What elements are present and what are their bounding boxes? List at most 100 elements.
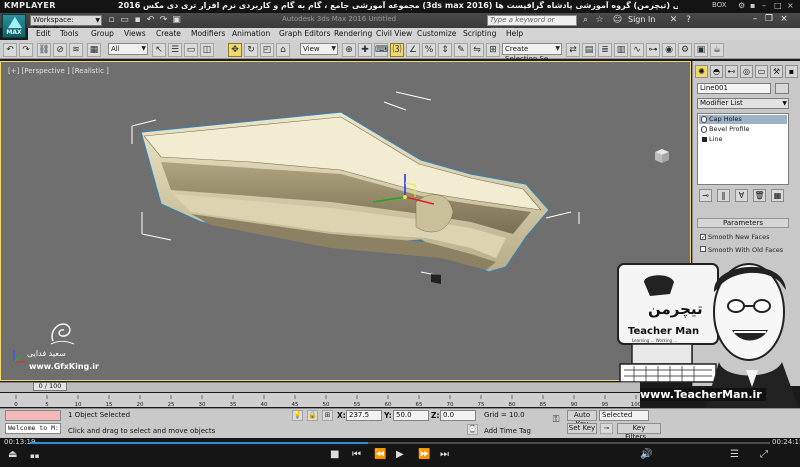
time-slider-thumb[interactable]: 0 / 100 <box>33 382 67 391</box>
select-by-name-icon[interactable]: ☰ <box>168 43 182 57</box>
y-coordinate-field[interactable]: 50.0 <box>393 410 429 421</box>
menu-views[interactable]: Views <box>124 29 146 38</box>
spinner-snap-icon[interactable]: ⇕ <box>438 43 452 57</box>
auto-key-button[interactable]: Auto Key <box>567 410 597 428</box>
fullscreen-icon[interactable]: ⤢ <box>760 449 768 460</box>
eject-icon[interactable]: ⏏ <box>8 449 17 460</box>
parameters-rollout-header[interactable]: Parameters <box>697 218 789 228</box>
search-icon[interactable]: ⌕ <box>580 15 591 26</box>
selection-lock-icon[interactable]: 🔒 <box>307 410 318 421</box>
key-mode-icon[interactable]: ⊸ <box>600 423 613 434</box>
display-tab-icon[interactable]: ▭ <box>755 65 768 78</box>
modifier-list-dropdown[interactable]: Modifier List ▼ <box>697 98 789 109</box>
align-tool-icon[interactable]: ▤ <box>582 43 596 57</box>
menu-animation[interactable]: Animation <box>232 29 270 38</box>
set-key-button[interactable]: Set Key <box>567 423 597 434</box>
player-close-icon[interactable]: × <box>787 1 794 10</box>
reference-coordinate-dropdown[interactable]: View ▼ <box>300 43 338 55</box>
material-editor-icon[interactable]: ◉ <box>662 43 676 57</box>
menu-group[interactable]: Group <box>91 29 114 38</box>
light-bulb-icon[interactable] <box>701 116 707 123</box>
perspective-viewport[interactable]: [+] [Perspective ] [Realistic ] سعید فدا… <box>0 61 691 381</box>
edit-named-selection-icon[interactable]: ✎ <box>454 43 468 57</box>
fast-forward-icon[interactable]: ⏩ <box>418 449 430 460</box>
keyboard-shortcut-icon[interactable]: ⌨ <box>374 43 388 57</box>
player-maximize-icon[interactable]: □ <box>774 1 782 10</box>
undo-icon[interactable]: ↶ <box>3 43 17 57</box>
window-crossing-icon[interactable]: ◫ <box>200 43 214 57</box>
select-and-move-icon[interactable]: ✥ <box>228 43 242 57</box>
maxscript-welcome[interactable]: Welcome to M: <box>5 423 61 434</box>
absolute-mode-icon[interactable]: ⊞ <box>322 410 333 421</box>
select-filter-icon[interactable]: ▦ <box>87 43 101 57</box>
menu-edit[interactable]: Edit <box>36 29 51 38</box>
selection-filter-dropdown[interactable]: All ▼ <box>108 43 148 55</box>
select-and-place-icon[interactable]: ⌂ <box>276 43 290 57</box>
align-icon[interactable]: ⊞ <box>486 43 500 57</box>
app-menu-button[interactable]: MAX <box>2 14 26 38</box>
stack-item-line[interactable]: Line <box>699 135 787 144</box>
exchange-icon[interactable]: ✕ <box>668 15 679 26</box>
stack-item-bevel-profile[interactable]: Bevel Profile <box>699 125 787 134</box>
menu-rendering[interactable]: Rendering <box>334 29 372 38</box>
snaps-toggle-icon[interactable]: ⑶ <box>390 43 404 57</box>
rectangular-selection-icon[interactable]: ▭ <box>184 43 198 57</box>
stack-item-cap-holes[interactable]: Cap Holes <box>699 115 787 124</box>
menu-create[interactable]: Create <box>156 29 181 38</box>
menu-customize[interactable]: Customize <box>417 29 456 38</box>
hierarchy-tab-icon[interactable]: ⊷ <box>725 65 738 78</box>
schematic-view-icon[interactable]: ⊶ <box>646 43 660 57</box>
player-box-label[interactable]: BOX <box>712 1 727 9</box>
set-key-icon[interactable]: ⚿ <box>548 414 564 428</box>
layer-explorer-icon[interactable]: ≣ <box>598 43 612 57</box>
open-file-icon[interactable]: ▭ <box>119 15 130 26</box>
motion-tab-icon[interactable]: ◎ <box>740 65 753 78</box>
create-tab-icon[interactable]: ✺ <box>695 65 708 78</box>
previous-icon[interactable]: ⏮ <box>352 449 361 460</box>
window-restore-icon[interactable]: ❐ <box>763 14 775 25</box>
render-setup-icon[interactable]: ⚙ <box>678 43 692 57</box>
link-icon[interactable]: ⛓ <box>37 43 51 57</box>
new-scene-icon[interactable]: ▫ <box>106 15 117 26</box>
scene-geometry[interactable] <box>1 62 690 380</box>
menu-help[interactable]: Help <box>506 29 523 38</box>
player-pin-icon[interactable]: ▪ <box>750 1 755 10</box>
named-selection-set-input[interactable]: Create Selection Se ▼ <box>502 43 562 63</box>
menu-scripting[interactable]: Scripting <box>463 29 496 38</box>
menu-modifiers[interactable]: Modifiers <box>191 29 225 38</box>
time-slider-track[interactable] <box>0 382 640 392</box>
angle-snap-icon[interactable]: ∠ <box>406 43 420 57</box>
viewport-label[interactable]: [+] [Perspective ] [Realistic ] <box>8 67 109 75</box>
play-icon[interactable]: ▶ <box>396 449 404 460</box>
mirror-tool-icon[interactable]: ⇄ <box>566 43 580 57</box>
redo-icon[interactable]: ↷ <box>158 15 169 26</box>
render-production-icon[interactable]: ☕ <box>710 43 724 57</box>
sign-in-button[interactable]: Sign In <box>628 15 655 24</box>
curve-editor-icon[interactable]: ∿ <box>630 43 644 57</box>
add-time-tag-button[interactable]: Add Time Tag <box>484 427 531 435</box>
key-selection-dropdown[interactable]: Selected <box>599 410 649 421</box>
bind-spacewarp-icon[interactable]: ≋ <box>69 43 83 57</box>
key-filters-button[interactable]: Key Filters... <box>617 423 661 441</box>
menu-civil-view[interactable]: Civil View <box>376 29 412 38</box>
help-icon[interactable]: ? <box>683 15 694 26</box>
make-unique-icon[interactable]: ∀ <box>735 189 748 202</box>
pivot-center-icon[interactable]: ⊕ <box>342 43 356 57</box>
show-end-result-icon[interactable]: ‖ <box>717 189 730 202</box>
select-and-rotate-icon[interactable]: ↻ <box>244 43 258 57</box>
playlist-icon[interactable]: ☰ <box>730 449 739 460</box>
maxscript-listener-mini[interactable] <box>5 410 61 421</box>
select-manipulate-icon[interactable]: ✚ <box>358 43 372 57</box>
light-bulb-icon[interactable] <box>701 126 707 133</box>
crown-molding-model[interactable] <box>140 111 550 284</box>
configure-sets-icon[interactable]: ▦ <box>771 189 784 202</box>
object-name-field[interactable]: Line001 <box>697 83 771 94</box>
workspace-dropdown[interactable]: Workspace: Default▼ <box>30 15 102 33</box>
stop-icon[interactable]: ■ <box>330 449 339 460</box>
menu-graph-editors[interactable]: Graph Editors <box>279 29 331 38</box>
modify-tab-icon[interactable]: ◓ <box>710 65 723 78</box>
smooth-new-faces-checkbox[interactable]: ✓ Smooth New Faces <box>700 233 769 241</box>
time-tag-icon[interactable]: ⌚ <box>467 424 478 435</box>
object-color-swatch[interactable] <box>775 83 789 94</box>
percent-snap-icon[interactable]: % <box>422 43 436 57</box>
